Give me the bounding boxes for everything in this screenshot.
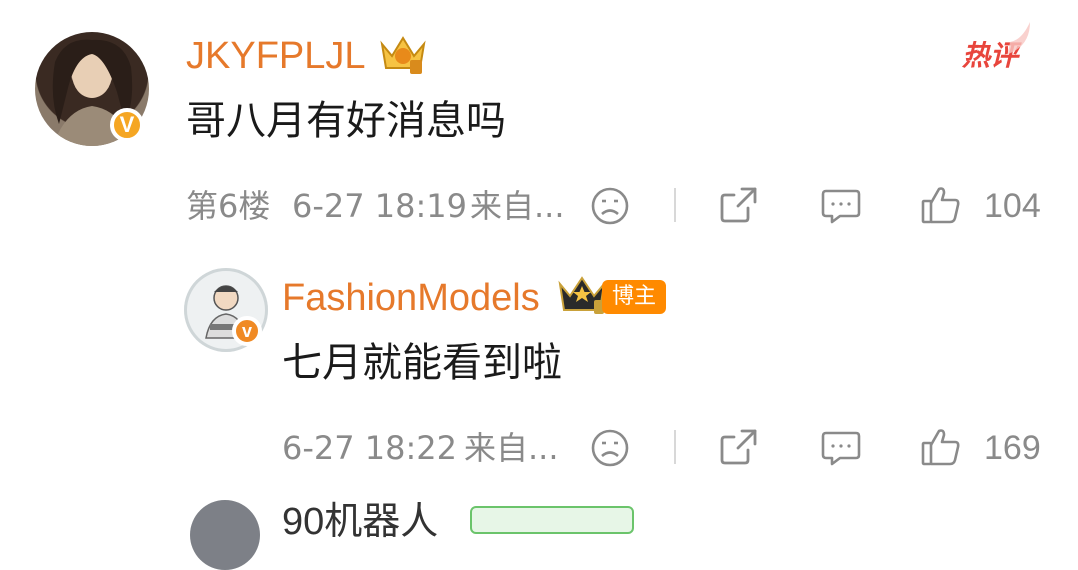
reply-text: 七月就能看到啦: [282, 340, 562, 386]
floor-label: 第6楼: [186, 187, 271, 225]
share-icon[interactable]: [718, 426, 760, 468]
comment-text: 哥八月有好消息吗: [186, 98, 506, 144]
avatar[interactable]: [190, 500, 260, 570]
like-count: 104: [984, 187, 1041, 225]
like-icon[interactable]: [920, 426, 962, 468]
username[interactable]: 90机器人: [282, 500, 438, 544]
like-icon[interactable]: [920, 184, 962, 226]
username[interactable]: FashionModels: [282, 276, 540, 320]
like-count: 169: [984, 429, 1041, 467]
emoji-icon[interactable]: [590, 428, 630, 468]
emoji-icon[interactable]: [590, 186, 630, 226]
hot-flame-icon: [1000, 18, 1036, 62]
member-tag: [470, 506, 634, 534]
username[interactable]: JKYFPLJL: [186, 34, 366, 78]
verified-badge-icon: v: [232, 316, 262, 346]
comment-icon[interactable]: [820, 428, 862, 468]
share-icon[interactable]: [718, 184, 760, 226]
crown-icon: [376, 30, 430, 76]
comment-icon[interactable]: [820, 186, 862, 226]
divider: [674, 188, 676, 222]
reply-time: 6-27 18:22: [282, 429, 458, 467]
crown-icon: [556, 272, 608, 318]
comment-source[interactable]: 来自...: [470, 186, 565, 226]
blogger-tag: 博主: [602, 280, 667, 314]
reply-source[interactable]: 来自...: [464, 428, 559, 468]
verified-badge-icon: V: [110, 108, 144, 142]
divider: [674, 430, 676, 464]
comment-time: 6-27 18:19: [292, 187, 468, 225]
